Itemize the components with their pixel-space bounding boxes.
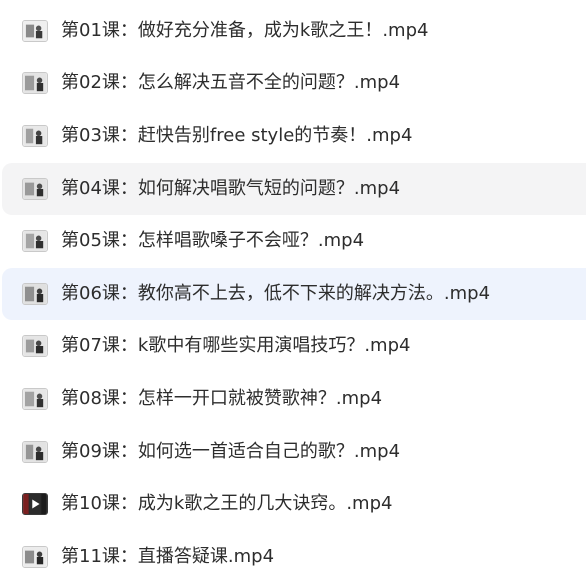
file-row-03[interactable]: 第03课：赶快告别free style的节奏！.mp4 xyxy=(0,110,586,162)
file-row-11[interactable]: 第11课：直播答疑课.mp4 xyxy=(0,531,586,583)
file-name: 第05课：怎样唱歌嗓子不会哑？.mp4 xyxy=(61,230,365,251)
file-name: 第01课：做好充分准备，成为k歌之王！.mp4 xyxy=(61,20,429,41)
video-thumbnail-icon xyxy=(22,388,48,410)
video-thumbnail-icon xyxy=(22,72,48,94)
video-thumbnail-icon xyxy=(22,441,48,463)
video-thumbnail-icon xyxy=(22,283,48,305)
file-row-09[interactable]: 第09课：如何选一首适合自己的歌？.mp4 xyxy=(0,426,586,478)
file-row-10[interactable]: 第10课：成为k歌之王的几大诀窍。.mp4 xyxy=(0,478,586,530)
file-name: 第03课：赶快告别free style的节奏！.mp4 xyxy=(61,125,413,146)
file-row-02[interactable]: 第02课：怎么解决五音不全的问题？.mp4 xyxy=(0,57,586,109)
file-name: 第11课：直播答疑课.mp4 xyxy=(61,546,275,567)
video-thumbnail-icon xyxy=(22,20,48,42)
video-thumbnail-icon xyxy=(22,335,48,357)
file-list: 第01课：做好充分准备，成为k歌之王！.mp4 第02课：怎么解决五音不全的问题… xyxy=(0,0,586,577)
video-play-thumbnail-icon xyxy=(22,493,48,515)
file-row-01[interactable]: 第01课：做好充分准备，成为k歌之王！.mp4 xyxy=(0,5,586,57)
file-name: 第06课：教你高不上去，低不下来的解决方法。.mp4 xyxy=(61,283,491,304)
file-row-06[interactable]: 第06课：教你高不上去，低不下来的解决方法。.mp4 xyxy=(2,268,586,320)
file-row-04[interactable]: 第04课：如何解决唱歌气短的问题？.mp4 xyxy=(2,163,586,215)
file-name: 第04课：如何解决唱歌气短的问题？.mp4 xyxy=(61,178,401,199)
video-thumbnail-icon xyxy=(22,230,48,252)
file-row-05[interactable]: 第05课：怎样唱歌嗓子不会哑？.mp4 xyxy=(0,215,586,267)
video-thumbnail-icon xyxy=(22,178,48,200)
file-name: 第10课：成为k歌之王的几大诀窍。.mp4 xyxy=(61,493,393,514)
file-row-07[interactable]: 第07课：k歌中有哪些实用演唱技巧？.mp4 xyxy=(0,320,586,372)
video-thumbnail-icon xyxy=(22,546,48,568)
file-name: 第07课：k歌中有哪些实用演唱技巧？.mp4 xyxy=(61,335,411,356)
file-name: 第02课：怎么解决五音不全的问题？.mp4 xyxy=(61,72,401,93)
file-name: 第09课：如何选一首适合自己的歌？.mp4 xyxy=(61,441,401,462)
video-thumbnail-icon xyxy=(22,125,48,147)
file-name: 第08课：怎样一开口就被赞歌神？.mp4 xyxy=(61,388,383,409)
file-row-08[interactable]: 第08课：怎样一开口就被赞歌神？.mp4 xyxy=(0,373,586,425)
